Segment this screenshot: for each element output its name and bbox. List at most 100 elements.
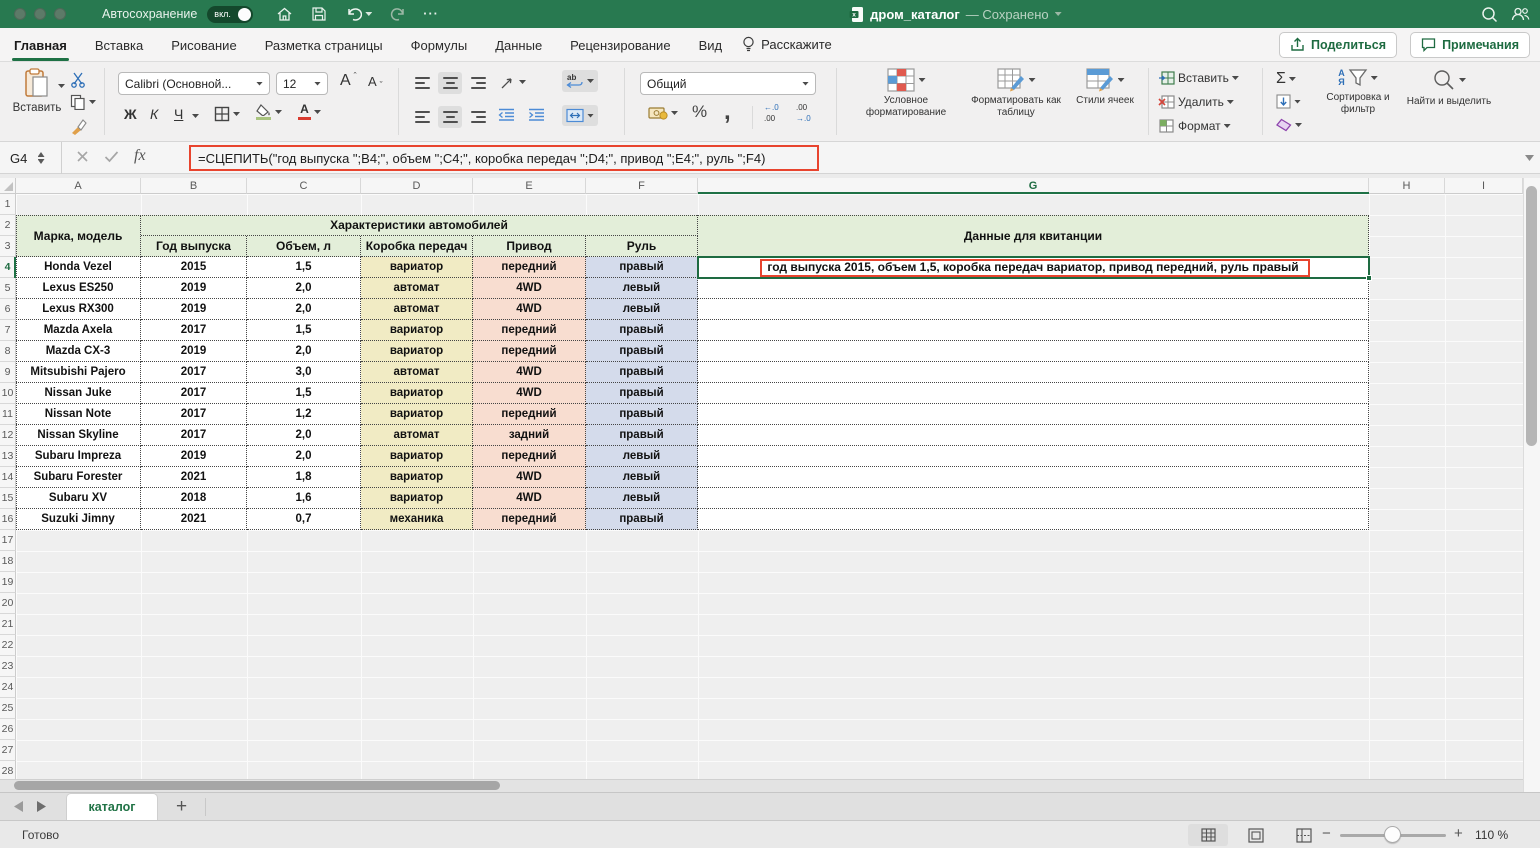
cell-E3-header[interactable]: Привод <box>473 236 586 257</box>
cell-F16[interactable]: правый <box>586 509 698 530</box>
ribbon-tab-4[interactable]: Разметка страницы <box>265 29 383 60</box>
align-right-button[interactable] <box>466 106 490 128</box>
align-bottom-button[interactable] <box>466 72 490 94</box>
conditional-formatting-button[interactable]: Условное форматирование <box>850 68 962 119</box>
cell-D12[interactable]: автомат <box>361 425 473 446</box>
row-header-20[interactable]: 20 <box>0 593 16 614</box>
row-header-15[interactable]: 15 <box>0 488 16 509</box>
cell-C9[interactable]: 3,0 <box>247 362 361 383</box>
comments-button[interactable]: Примечания <box>1410 32 1530 58</box>
cell-F15[interactable]: левый <box>586 488 698 509</box>
row-header-1[interactable]: 1 <box>0 194 16 215</box>
fill-button[interactable] <box>1276 94 1301 109</box>
column-header-D[interactable]: D <box>361 178 473 194</box>
fx-icon[interactable]: fx <box>134 147 146 165</box>
cell-C4[interactable]: 1,5 <box>247 257 361 278</box>
cell-B13[interactable]: 2019 <box>141 446 247 467</box>
autosave-toggle[interactable]: вкл. <box>207 6 253 23</box>
cell-B14[interactable]: 2021 <box>141 467 247 488</box>
cell-A14[interactable]: Subaru Forester <box>16 467 141 488</box>
column-header-C[interactable]: C <box>247 178 361 194</box>
cell-F12[interactable]: правый <box>586 425 698 446</box>
cell-D15[interactable]: вариатор <box>361 488 473 509</box>
underline-button[interactable]: Ч <box>174 106 183 122</box>
format-as-table-button[interactable]: Форматировать как таблицу <box>962 68 1070 119</box>
sort-filter-button[interactable]: АЯ Сортировка и фильтр <box>1312 68 1404 116</box>
cell-A8[interactable]: Mazda CX-3 <box>16 341 141 362</box>
align-top-button[interactable] <box>410 72 434 94</box>
save-icon[interactable] <box>311 6 327 22</box>
cell-B7[interactable]: 2017 <box>141 320 247 341</box>
page-layout-view-button[interactable] <box>1236 824 1276 846</box>
row-header-26[interactable]: 26 <box>0 719 16 740</box>
enter-check-icon[interactable] <box>104 150 119 163</box>
normal-view-button[interactable] <box>1188 824 1228 846</box>
ribbon-tab-3[interactable]: Рисование <box>171 29 236 60</box>
cell-styles-button[interactable]: Стили ячеек <box>1070 68 1140 107</box>
undo-icon[interactable] <box>345 6 372 22</box>
row-header-27[interactable]: 27 <box>0 740 16 761</box>
cell-A15[interactable]: Subaru XV <box>16 488 141 509</box>
page-break-view-button[interactable] <box>1284 824 1324 846</box>
row-header-17[interactable]: 17 <box>0 530 16 551</box>
cell-C10[interactable]: 1,5 <box>247 383 361 404</box>
row-header-5[interactable]: 5 <box>0 278 16 299</box>
zoom-out-button[interactable]: − <box>1322 825 1331 842</box>
cell-F9[interactable]: правый <box>586 362 698 383</box>
cell-G11[interactable] <box>698 404 1369 425</box>
cell-C7[interactable]: 1,5 <box>247 320 361 341</box>
zoom-level[interactable]: 110 % <box>1475 828 1508 842</box>
cell-B12[interactable]: 2017 <box>141 425 247 446</box>
cell-F3-header[interactable]: Руль <box>586 236 698 257</box>
cell-E7[interactable]: передний <box>473 320 586 341</box>
column-header-H[interactable]: H <box>1369 178 1445 194</box>
row-header-14[interactable]: 14 <box>0 467 16 488</box>
font-name-select[interactable]: Calibri (Основной... <box>118 72 270 95</box>
tell-me-group[interactable]: Расскажите <box>742 36 832 53</box>
cell-A5[interactable]: Lexus ES250 <box>16 278 141 299</box>
row-header-25[interactable]: 25 <box>0 698 16 719</box>
paste-button[interactable]: Вставить <box>10 68 64 116</box>
column-header-A[interactable]: A <box>16 178 141 194</box>
cell-E4[interactable]: передний <box>473 257 586 278</box>
add-sheet-button[interactable]: + <box>176 796 187 818</box>
search-icon[interactable] <box>1481 6 1498 23</box>
cell-C6[interactable]: 2,0 <box>247 299 361 320</box>
autosum-button[interactable]: Σ <box>1276 70 1296 88</box>
prev-sheet-icon[interactable] <box>14 801 23 812</box>
cell-G10[interactable] <box>698 383 1369 404</box>
cell-F14[interactable]: левый <box>586 467 698 488</box>
name-box-stepper[interactable] <box>38 152 56 164</box>
number-format-select[interactable]: Общий <box>640 72 816 95</box>
orientation-button[interactable] <box>500 74 526 90</box>
vertical-scrollbar-thumb[interactable] <box>1526 186 1537 446</box>
cell-F8[interactable]: правый <box>586 341 698 362</box>
ribbon-tab-7[interactable]: Рецензирование <box>570 29 670 60</box>
zoom-window-button[interactable] <box>54 8 66 20</box>
cell-B6[interactable]: 2019 <box>141 299 247 320</box>
cancel-icon[interactable] <box>76 150 89 163</box>
font-color-button[interactable]: А <box>298 104 321 120</box>
name-box[interactable]: G4 <box>0 142 62 174</box>
row-header-6[interactable]: 6 <box>0 299 16 320</box>
cell-B2-group-header[interactable]: Характеристики автомобилей <box>141 215 698 236</box>
cell-A12[interactable]: Nissan Skyline <box>16 425 141 446</box>
ribbon-tab-2[interactable]: Вставка <box>95 29 143 60</box>
ribbon-tab-5[interactable]: Формулы <box>411 29 468 60</box>
row-header-7[interactable]: 7 <box>0 320 16 341</box>
cell-B9[interactable]: 2017 <box>141 362 247 383</box>
cell-C16[interactable]: 0,7 <box>247 509 361 530</box>
cell-A6[interactable]: Lexus RX300 <box>16 299 141 320</box>
cell-C15[interactable]: 1,6 <box>247 488 361 509</box>
cell-A13[interactable]: Subaru Impreza <box>16 446 141 467</box>
minimize-window-button[interactable] <box>34 8 46 20</box>
cell-A10[interactable]: Nissan Juke <box>16 383 141 404</box>
cell-D8[interactable]: вариатор <box>361 341 473 362</box>
cell-B4[interactable]: 2015 <box>141 257 247 278</box>
cell-B15[interactable]: 2018 <box>141 488 247 509</box>
row-header-18[interactable]: 18 <box>0 551 16 572</box>
cell-E12[interactable]: задний <box>473 425 586 446</box>
cell-D3-header[interactable]: Коробка передач <box>361 236 473 257</box>
cell-G6[interactable] <box>698 299 1369 320</box>
cell-F7[interactable]: правый <box>586 320 698 341</box>
